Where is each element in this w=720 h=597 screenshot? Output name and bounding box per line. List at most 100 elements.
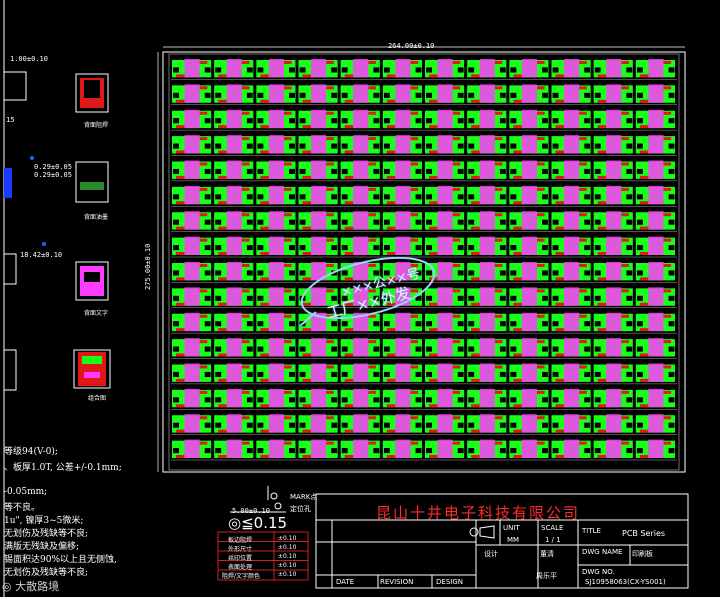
board-pad [226,287,242,306]
board-trace [621,162,629,166]
cad-viewport[interactable]: 等级94(V-0); 、板厚1.0T, 公差+/-0.1mm; -0.05mm;… [0,0,720,597]
board-pad [521,388,538,408]
board-trace [344,125,354,129]
board-trace [494,289,503,293]
design-value: 董清 [540,550,554,558]
board-cutout [426,92,433,98]
board-pad [521,287,538,306]
board-trace [199,441,208,445]
board-trace [410,61,419,64]
board-trace [199,314,208,318]
board-trace [471,404,480,408]
board-cutout [173,270,180,276]
board-trace [494,390,503,394]
board-cutout [510,168,517,174]
board-cutout [173,422,180,428]
spec-val-1: ±0.10 [278,535,297,542]
board-cutout [510,321,517,327]
board-trace [260,328,269,332]
board-pad [310,109,327,129]
board-pad [310,211,327,230]
board-trace [597,252,607,255]
panel-height-dim: 275.00±0.10 [144,243,152,290]
board-pad [395,312,411,332]
board-pad [310,363,327,382]
board-trace [555,353,564,357]
board-trace [537,314,545,318]
board-trace [386,252,396,255]
hole-circle [274,502,282,510]
board-cutout [173,219,180,225]
design-label: 设计 [484,550,498,558]
board-pad [226,363,242,382]
board-cutout [594,422,601,428]
board-cutout [584,321,591,327]
board-pad [563,84,580,103]
board-cutout [499,194,506,200]
board-cutout [457,295,464,301]
board-trace [429,328,438,332]
board-cutout [668,371,675,377]
board-trace [386,455,396,458]
board-cutout [383,67,390,73]
board-trace [410,340,419,344]
board-trace [579,162,587,166]
board-pad [310,160,327,179]
board-cutout [426,168,433,174]
board-cutout [457,371,464,377]
spec-row-5: 阻焊/文字颜色 [222,573,261,580]
board-trace [452,289,461,293]
board-trace [218,302,227,306]
board-trace [386,125,396,129]
board-cutout [204,321,211,327]
board-trace [218,455,227,458]
board-cutout [257,321,264,327]
board-trace [260,74,269,78]
board-cutout [215,321,222,327]
board-cutout [626,168,633,174]
watermark-icon: ◎ [2,580,16,593]
board-pad [268,109,285,129]
board-cutout [331,118,338,124]
board-cutout [626,245,633,251]
board-trace [537,441,545,445]
board-trace [597,429,607,433]
board-trace [579,137,587,141]
board-cutout [373,168,380,174]
board-pad [521,262,538,281]
board-trace [452,187,461,191]
note-defects: 等不良。 [4,503,41,513]
board-trace [326,238,334,242]
board-cutout [215,219,222,225]
board-cutout [594,219,601,225]
board-cutout [468,143,475,149]
board-trace [555,455,564,458]
board-trace [368,213,376,217]
board-trace [241,238,250,242]
board-cutout [373,346,380,352]
board-trace [284,187,292,191]
board-cutout [257,422,264,428]
board-cutout [246,168,253,174]
board-cutout [204,371,211,377]
board-trace [199,264,208,267]
board-trace [639,404,649,408]
board-trace [218,252,227,255]
board-pad [184,109,200,129]
board-pad [268,439,285,458]
board-cutout [173,194,180,200]
board-cutout [510,346,517,352]
board-trace [218,277,227,281]
board-cutout [426,67,433,73]
board-cutout [341,245,348,251]
board-pad [395,211,411,230]
board-cutout [584,92,591,98]
board-pad [353,338,369,357]
board-cutout [373,194,380,200]
board-trace [513,252,522,255]
board-trace [176,353,185,357]
board-cutout [499,168,506,174]
board-trace [218,150,227,154]
board-cutout [331,143,338,149]
board-trace [471,201,480,205]
